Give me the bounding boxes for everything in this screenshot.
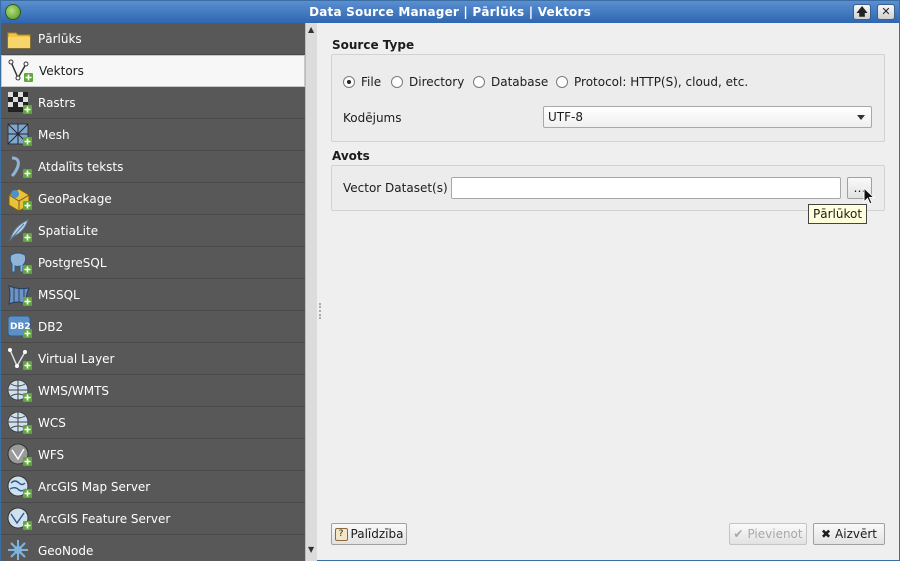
sidebar-item-parluks[interactable]: Pārlūks (1, 23, 305, 55)
sidebar-item-mssql[interactable]: MSSQL (1, 279, 305, 311)
sidebar-item-label: Mesh (38, 127, 70, 142)
sidebar-item-wcs[interactable]: WCS (1, 407, 305, 439)
sidebar-item-label: WMS/WMTS (38, 383, 110, 398)
sidebar-item-label: DB2 (38, 319, 64, 334)
radio-label: Database (491, 75, 549, 89)
wms-icon (6, 378, 34, 404)
help-icon: ? (334, 527, 348, 541)
db2-icon: DB2 (6, 314, 34, 340)
sidebar-item-label: Virtual Layer (38, 351, 115, 366)
sidebar-item-geonode[interactable]: GeoNode (1, 535, 305, 561)
sidebar-item-arcgis-map-server[interactable]: ArcGIS Map Server (1, 471, 305, 503)
sidebar-item-label: ArcGIS Map Server (38, 479, 151, 494)
browse-tooltip: Pārlūkot (808, 204, 868, 224)
sidebar-item-geopackage[interactable]: GeoPackage (1, 183, 305, 215)
radio-database[interactable]: Database (473, 75, 548, 89)
radio-indicator (391, 76, 403, 88)
radio-indicator (473, 76, 485, 88)
sidebar-item-arcgis-feature-server[interactable]: ArcGIS Feature Server (1, 503, 305, 535)
radio-indicator (556, 76, 568, 88)
mouse-cursor-icon (863, 187, 876, 205)
folder-icon (6, 26, 34, 52)
postgresql-icon (6, 250, 34, 276)
geopackage-icon (6, 186, 34, 212)
sidebar-item-wfs[interactable]: WFS (1, 439, 305, 471)
source-type-group (331, 54, 885, 142)
mesh-icon (6, 122, 34, 148)
help-button-label: Palīdzība (350, 527, 404, 541)
sidebar-item-db2[interactable]: DB2 DB2 (1, 311, 305, 343)
help-button[interactable]: ? Palīdzība (331, 523, 407, 545)
radio-label: Protocol: HTTP(S), cloud, etc. (574, 75, 749, 89)
source-sidebar: Pārlūks Vektors Rastrs Mesh Atdalīts tek… (1, 23, 305, 561)
mssql-icon (6, 282, 34, 308)
avots-heading: Avots (332, 149, 370, 163)
sidebar-item-label: SpatiaLite (38, 223, 99, 238)
encoding-select[interactable]: UTF-8 (543, 106, 872, 128)
sidebar-item-label: GeoNode (38, 543, 94, 558)
sidebar-item-spatialite[interactable]: SpatiaLite (1, 215, 305, 247)
sidebar-item-postgresql[interactable]: PostgreSQL (1, 247, 305, 279)
sidebar-item-wms[interactable]: WMS/WMTS (1, 375, 305, 407)
close-icon: ✖ (820, 527, 832, 541)
radio-directory[interactable]: Directory (391, 75, 464, 89)
raster-icon (6, 90, 34, 116)
sidebar-item-virtual-layer[interactable]: Virtual Layer (1, 343, 305, 375)
sidebar-item-vektors[interactable]: Vektors (1, 55, 305, 87)
arcgis-map-icon (6, 474, 34, 500)
sidebar-item-label: Pārlūks (38, 31, 82, 46)
add-button-label: Pievienot (747, 527, 803, 541)
encoding-value: UTF-8 (548, 110, 583, 124)
spatialite-icon (6, 218, 34, 244)
title-bar: Data Source Manager | Pārlūks | Vektors … (1, 1, 899, 23)
virtual-layer-icon (6, 346, 34, 372)
wfs-icon (6, 442, 34, 468)
sidebar-item-mesh[interactable]: Mesh (1, 119, 305, 151)
maximize-button[interactable]: 🡅 (853, 4, 871, 20)
radio-indicator (343, 76, 355, 88)
panel-splitter-handle[interactable] (317, 23, 329, 561)
sidebar-item-label: GeoPackage (38, 191, 112, 206)
radio-file[interactable]: File (343, 75, 381, 89)
radio-label: Directory (409, 75, 465, 89)
vector-dataset-input[interactable] (451, 177, 841, 199)
sidebar-item-rastrs[interactable]: Rastrs (1, 87, 305, 119)
sidebar-item-label: MSSQL (38, 287, 80, 302)
wcs-icon (6, 410, 34, 436)
scroll-down-arrow-icon[interactable]: ▼ (308, 545, 314, 554)
vector-dataset-label: Vector Dataset(s) (343, 181, 448, 195)
window-title: Data Source Manager | Pārlūks | Vektors (309, 5, 591, 19)
sidebar-item-label: WFS (38, 447, 65, 462)
sidebar-scrollbar[interactable]: ▲ ▼ (305, 23, 317, 561)
data-source-manager-window: Data Source Manager | Pārlūks | Vektors … (0, 0, 900, 561)
sidebar-item-delimited-text[interactable]: Atdalīts teksts (1, 151, 305, 183)
delimited-text-icon (6, 154, 34, 180)
close-button[interactable]: ✖ Aizvērt (813, 523, 885, 545)
radio-protocol[interactable]: Protocol: HTTP(S), cloud, etc. (556, 75, 748, 89)
scroll-up-arrow-icon[interactable]: ▲ (308, 25, 314, 34)
sidebar-item-label: Atdalīts teksts (38, 159, 124, 174)
arcgis-feature-icon (6, 506, 34, 532)
sidebar-item-label: Vektors (39, 64, 84, 78)
radio-label: File (361, 75, 382, 89)
vector-icon (7, 58, 35, 84)
sidebar-item-label: Rastrs (38, 95, 76, 110)
checkmark-icon: ✔ (733, 527, 744, 541)
sidebar-item-label: ArcGIS Feature Server (38, 511, 171, 526)
close-button-label: Aizvērt (835, 527, 878, 541)
geonode-icon (6, 538, 34, 561)
sidebar-item-label: PostgreSQL (38, 255, 107, 270)
add-button[interactable]: ✔ Pievienot (729, 523, 807, 545)
encoding-label: Kodējums (343, 111, 402, 125)
source-type-heading: Source Type (332, 38, 415, 52)
chevron-down-icon (857, 115, 865, 120)
close-window-button[interactable]: ✕ (877, 4, 895, 20)
sidebar-item-label: WCS (38, 415, 66, 430)
